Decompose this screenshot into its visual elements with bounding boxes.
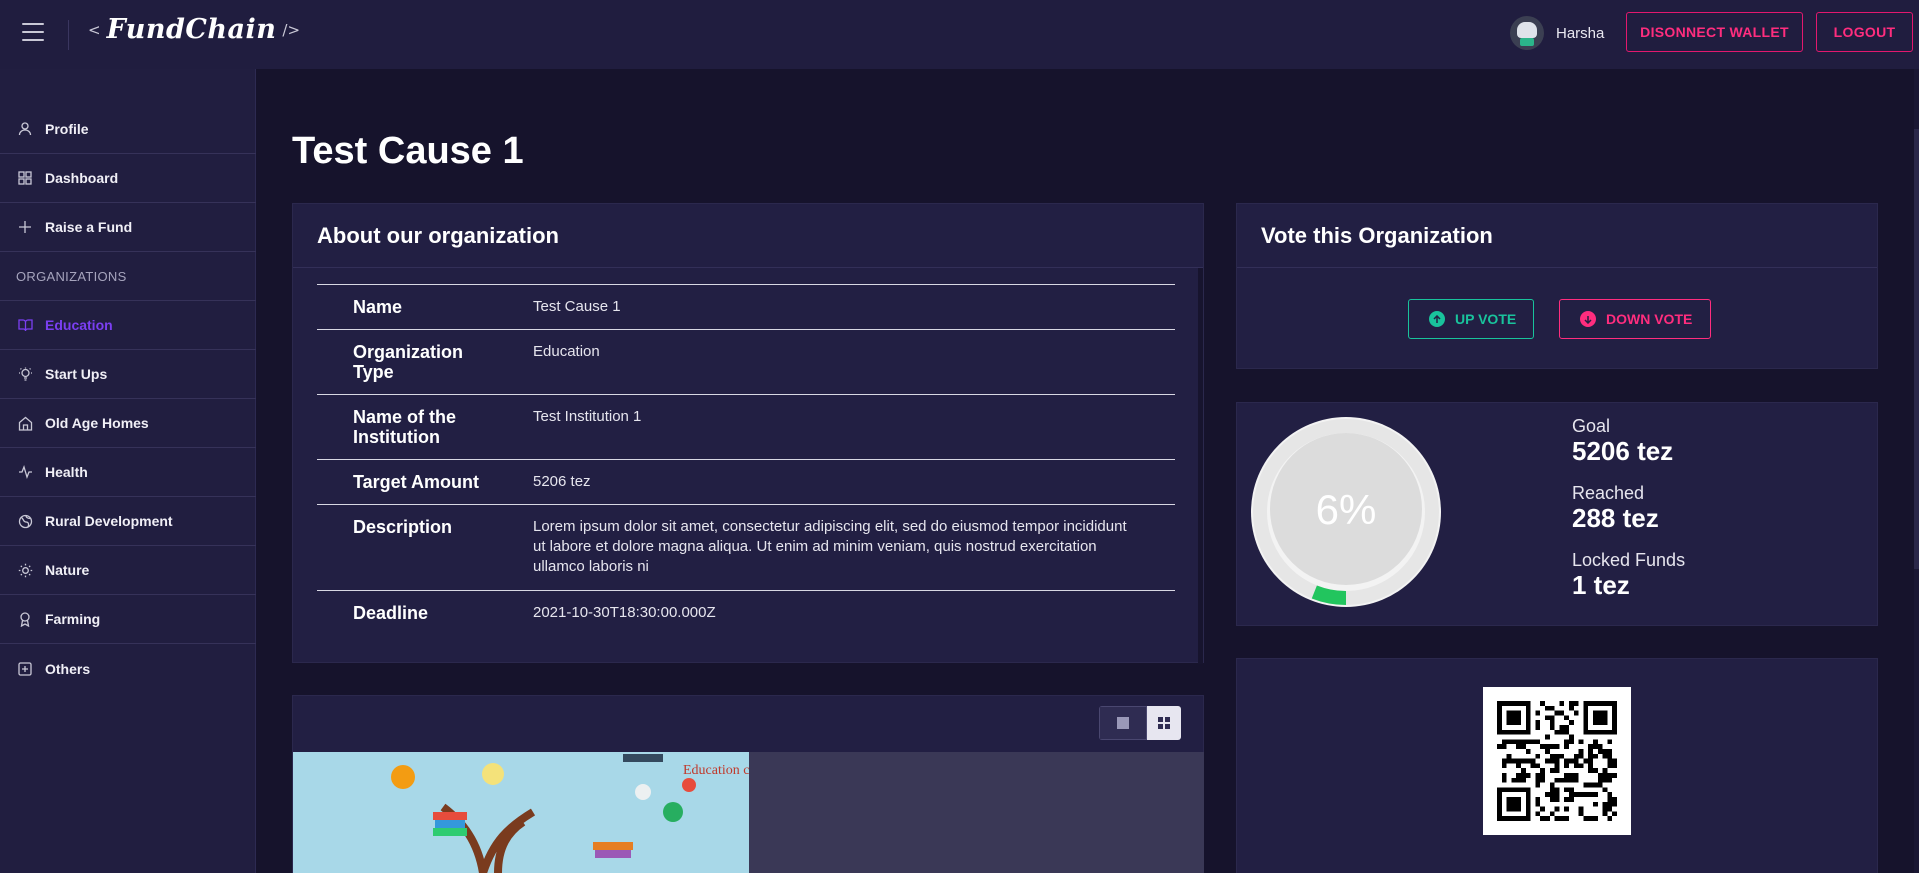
info-key: Deadline xyxy=(353,603,429,623)
info-value: 2021-10-30T18:30:00.000Z xyxy=(533,604,716,621)
down-vote-button[interactable]: DOWN VOTE xyxy=(1559,299,1711,339)
user-menu[interactable]: Harsha xyxy=(1510,16,1604,50)
progress-ring: 6% xyxy=(1251,417,1441,607)
sidebar-item-raise-a-fund[interactable]: Raise a Fund xyxy=(0,203,256,252)
lightbulb-icon xyxy=(17,366,33,382)
gallery-view-toggle xyxy=(1099,706,1181,740)
info-row-target-amount: Target Amount 5206 tez xyxy=(317,459,1175,504)
locked-funds-label: Locked Funds xyxy=(1572,550,1686,570)
info-row-institution-name: Name of the Institution Test Institution… xyxy=(317,394,1175,459)
single-view-button[interactable] xyxy=(1099,706,1147,740)
grid-icon xyxy=(1158,717,1170,729)
logo-right-bracket: /> xyxy=(282,20,301,39)
info-key: Organization Type xyxy=(353,342,464,382)
sidebar-item-education[interactable]: Education xyxy=(0,301,256,350)
info-row-deadline: Deadline 2021-10-30T18:30:00.000Z xyxy=(317,590,1175,635)
sidebar-item-old-age-homes[interactable]: Old Age Homes xyxy=(0,399,256,448)
menu-icon[interactable] xyxy=(22,23,44,41)
user-icon xyxy=(17,121,33,137)
award-icon xyxy=(17,611,33,627)
square-icon xyxy=(1117,717,1129,729)
locked-funds-value: 1 tez xyxy=(1572,570,1630,600)
info-value: 5206 tez xyxy=(533,473,591,490)
logout-button[interactable]: LOGOUT xyxy=(1816,12,1913,52)
page-scrollbar[interactable] xyxy=(1914,69,1919,873)
sidebar-item-label: Education xyxy=(45,317,113,333)
plus-square-icon xyxy=(17,661,33,677)
sidebar: Profile Dashboard Raise a Fund ORGANIZAT… xyxy=(0,69,256,873)
gallery-image[interactable]: Education corner xyxy=(293,752,749,873)
info-value: Test Institution 1 xyxy=(533,408,642,425)
sidebar-item-others[interactable]: Others xyxy=(0,644,256,693)
activity-icon xyxy=(17,464,33,480)
sidebar-item-label: Rural Development xyxy=(45,513,173,529)
app-logo[interactable]: < FundChain /> xyxy=(88,14,300,45)
book-icon xyxy=(17,317,33,333)
progress-percent: 6% xyxy=(1316,486,1377,533)
goal-value: 5206 tez xyxy=(1572,436,1674,466)
goal-label: Goal xyxy=(1572,416,1611,436)
about-scrollbar[interactable] xyxy=(1198,268,1203,664)
info-key: Description xyxy=(353,517,453,537)
logo-text: FundChain xyxy=(106,14,277,45)
grid-view-button[interactable] xyxy=(1147,706,1181,740)
sidebar-item-label: Nature xyxy=(45,562,90,578)
education-illustration: Education corner xyxy=(293,752,749,873)
down-vote-label: DOWN VOTE xyxy=(1606,311,1693,327)
qr-code xyxy=(1483,687,1631,835)
page-title: Test Cause 1 xyxy=(292,130,524,172)
about-card: About our organization Name Test Cause 1… xyxy=(292,203,1204,664)
sidebar-item-label: Profile xyxy=(45,121,89,137)
image-caption: Education corner xyxy=(683,763,749,778)
up-vote-label: UP VOTE xyxy=(1455,311,1517,327)
reached-value: 288 tez xyxy=(1572,503,1659,533)
sidebar-item-health[interactable]: Health xyxy=(0,448,256,497)
info-key: Name of the Institution xyxy=(353,407,457,447)
info-value: Education xyxy=(533,343,600,360)
arrow-up-circle-icon xyxy=(1429,311,1445,327)
sidebar-item-farming[interactable]: Farming xyxy=(0,595,256,644)
sidebar-item-label: Start Ups xyxy=(45,366,108,382)
sidebar-item-dashboard[interactable]: Dashboard xyxy=(0,154,256,203)
sidebar-item-rural-development[interactable]: Rural Development xyxy=(0,497,256,546)
sidebar-item-profile[interactable]: Profile xyxy=(0,105,256,154)
sidebar-item-label: Health xyxy=(45,464,88,480)
up-vote-button[interactable]: UP VOTE xyxy=(1408,299,1534,339)
vote-card-title: Vote this Organization xyxy=(1237,204,1877,268)
sidebar-item-start-ups[interactable]: Start Ups xyxy=(0,350,256,399)
sun-icon xyxy=(17,562,33,578)
info-key: Name xyxy=(353,297,403,317)
sidebar-item-nature[interactable]: Nature xyxy=(0,546,256,595)
arrow-down-circle-icon xyxy=(1580,311,1596,327)
header-divider xyxy=(68,20,69,50)
info-row-organization-type: Organization Type Education xyxy=(317,329,1175,394)
plus-icon xyxy=(17,219,33,235)
sidebar-section-organizations: ORGANIZATIONS xyxy=(0,252,256,301)
sidebar-item-label: Dashboard xyxy=(45,170,119,186)
globe-icon xyxy=(17,513,33,529)
vote-card: Vote this Organization xyxy=(1236,203,1878,369)
grid-icon xyxy=(17,170,33,186)
info-value: Test Cause 1 xyxy=(533,298,621,315)
sidebar-item-label: Others xyxy=(45,660,91,677)
top-header: < FundChain /> Harsha DISONNECT WALLET L… xyxy=(0,0,1919,69)
info-key: Target Amount xyxy=(353,472,479,492)
sidebar-item-label: Farming xyxy=(45,611,101,627)
disconnect-wallet-button[interactable]: DISONNECT WALLET xyxy=(1626,12,1803,52)
avatar[interactable] xyxy=(1510,16,1544,50)
sidebar-item-label: Old Age Homes xyxy=(45,415,149,431)
info-value: Lorem ipsum dolor sit amet, consectetur … xyxy=(533,518,1127,575)
info-row-name: Name Test Cause 1 xyxy=(317,284,1175,329)
sidebar-item-label: Raise a Fund xyxy=(45,219,133,235)
reached-label: Reached xyxy=(1572,483,1645,503)
logo-left-bracket: < xyxy=(88,20,101,39)
user-name: Harsha xyxy=(1556,24,1605,42)
gallery-empty-slot xyxy=(749,752,1204,873)
info-row-description: Description Lorem ipsum dolor sit amet, … xyxy=(317,504,1175,590)
home-icon xyxy=(17,415,33,431)
about-card-title: About our organization xyxy=(293,204,1203,268)
